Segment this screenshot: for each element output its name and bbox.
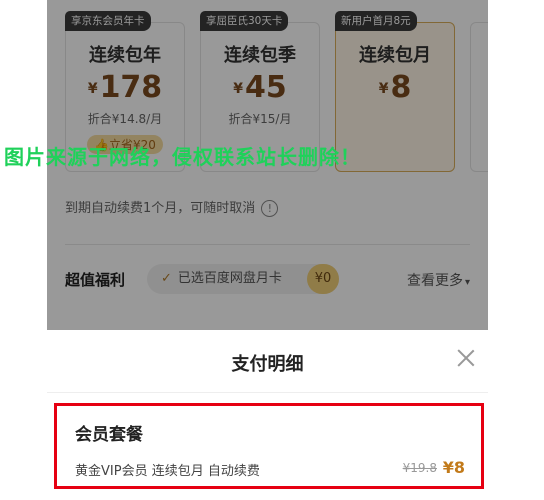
package-summary: 会员套餐 黄金VIP会员 连续包月 自动续费 ¥19.8 ¥8 bbox=[54, 403, 484, 489]
package-title: 会员套餐 bbox=[75, 425, 143, 445]
see-more-link[interactable]: 查看更多 ▾ bbox=[407, 270, 470, 290]
plan-price-value: 8 bbox=[390, 70, 412, 105]
plan-tag: 享屈臣氏30天卡 bbox=[200, 11, 289, 31]
plan-price: ¥8 bbox=[336, 69, 454, 108]
currency-symbol: ¥ bbox=[87, 80, 98, 97]
auto-renew-note: 到期自动续费1个月，可随时取消! bbox=[65, 197, 279, 217]
plan-price: ¥178 bbox=[66, 69, 184, 108]
watermark-text: 图片来源于网络，侵权联系站长删除！ bbox=[4, 145, 361, 169]
benefit-price: ¥0 bbox=[307, 264, 339, 294]
plan-tag: 享京东会员年卡 bbox=[65, 11, 151, 31]
plan-price-value: 45 bbox=[245, 70, 287, 105]
plan-monthly-equivalent: 折合¥15/月 bbox=[228, 111, 292, 126]
currency-symbol: ¥ bbox=[233, 80, 243, 97]
divider bbox=[47, 392, 488, 393]
package-price: ¥8 bbox=[442, 458, 465, 477]
info-icon[interactable]: ! bbox=[261, 200, 279, 217]
plan-price-value: 178 bbox=[99, 70, 163, 105]
plan-name: 连续包年 bbox=[89, 45, 161, 66]
package-description: 黄金VIP会员 连续包月 自动续费 bbox=[75, 464, 260, 479]
plan-tag: 新用户首月8元 bbox=[335, 11, 417, 31]
benefit-chip[interactable]: ✓ 已选百度网盘月卡 ¥0 bbox=[147, 264, 339, 294]
divider bbox=[65, 244, 470, 245]
close-icon[interactable] bbox=[456, 348, 476, 368]
phone-screen: 享京东会员年卡 连续包年 ¥178 折合¥14.8/月 👍立省¥20 享屈臣氏3… bbox=[47, 0, 488, 500]
currency-symbol: ¥ bbox=[378, 80, 389, 97]
plan-name: 连续包季 bbox=[224, 45, 296, 66]
check-icon: ✓ bbox=[161, 271, 172, 286]
benefit-chip-label: 已选百度网盘月卡 bbox=[177, 271, 282, 286]
benefits-row: 超值福利 ✓ 已选百度网盘月卡 ¥0 查看更多 ▾ bbox=[65, 262, 470, 296]
original-price: ¥19.8 bbox=[402, 461, 437, 475]
plan-name: 连续包月 bbox=[359, 45, 431, 66]
payment-details-sheet: 支付明细 会员套餐 黄金VIP会员 连续包月 自动续费 ¥19.8 ¥8 bbox=[47, 330, 488, 500]
plan-monthly-equivalent: 折合¥14.8/月 bbox=[87, 111, 163, 126]
sheet-title: 支付明细 bbox=[231, 354, 304, 375]
plan-price: ¥45 bbox=[201, 69, 319, 108]
plan-card-partial[interactable] bbox=[470, 22, 488, 172]
benefits-title: 超值福利 bbox=[65, 271, 126, 289]
chevron-down-icon: ▾ bbox=[464, 277, 470, 288]
